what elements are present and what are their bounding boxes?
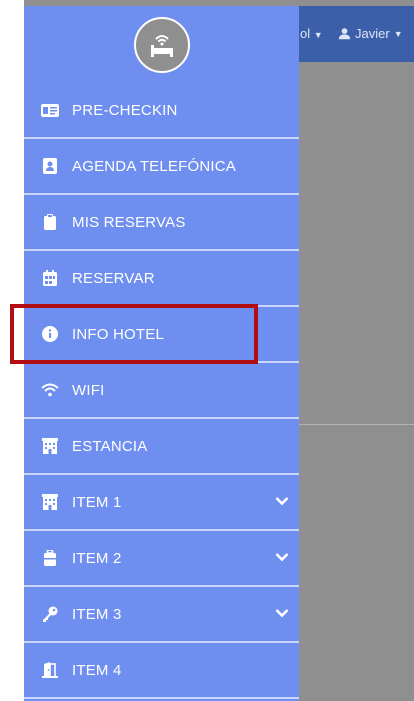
menu-item-item-4[interactable]: ITEM 4 — [24, 643, 299, 699]
top-navbar: ol ▼ Javier ▼ — [298, 6, 414, 62]
menu-item-estancia[interactable]: ESTANCIA — [24, 419, 299, 475]
menu-label: ESTANCIA — [72, 437, 148, 455]
divider — [298, 424, 414, 425]
wifi-icon — [40, 383, 60, 397]
chevron-down-icon[interactable] — [275, 493, 289, 510]
menu-label: ITEM 1 — [72, 493, 122, 511]
logo-area — [24, 6, 299, 83]
id-card-icon — [40, 103, 60, 117]
menu-item-item-1[interactable]: ITEM 1 — [24, 475, 299, 531]
caret-down-icon: ▼ — [313, 30, 323, 40]
menu-label: PRE-CHECKIN — [72, 101, 178, 119]
hotel-building-icon — [40, 494, 60, 510]
clipboard-icon — [40, 214, 60, 230]
language-label: ol — [300, 26, 311, 41]
highlight-box — [10, 304, 258, 364]
bed-wifi-icon — [150, 34, 173, 57]
language-dropdown[interactable]: ol ▼ — [300, 26, 323, 41]
menu-item-pre-checkin[interactable]: PRE-CHECKIN — [24, 83, 299, 139]
menu-item-agenda-telefonica[interactable]: AGENDA TELEFÓNICA — [24, 139, 299, 195]
menu-label: WIFI — [72, 381, 105, 399]
user-name: Javier — [355, 26, 390, 41]
user-icon — [338, 28, 351, 40]
menu-item-item-2[interactable]: ITEM 2 — [24, 531, 299, 587]
suitcase-icon — [40, 550, 60, 566]
door-icon — [40, 662, 60, 678]
hotel-logo[interactable] — [133, 16, 190, 73]
address-book-icon — [40, 158, 60, 174]
menu-label: ITEM 4 — [72, 661, 122, 679]
user-menu[interactable]: Javier ▼ — [338, 26, 403, 41]
chevron-down-icon[interactable] — [275, 605, 289, 622]
menu-label: MIS RESERVAS — [72, 213, 186, 231]
calendar-icon — [40, 270, 60, 286]
menu-label: ITEM 2 — [72, 549, 122, 567]
chevron-down-icon[interactable] — [275, 549, 289, 566]
menu-item-wifi[interactable]: WIFI — [24, 363, 299, 419]
caret-down-icon: ▼ — [393, 28, 403, 39]
hotel-building-icon — [40, 438, 60, 454]
menu-item-reservar[interactable]: RESERVAR — [24, 251, 299, 307]
key-icon — [40, 606, 60, 622]
menu-item-item-3[interactable]: ITEM 3 — [24, 587, 299, 643]
menu-item-mis-reservas[interactable]: MIS RESERVAS — [24, 195, 299, 251]
menu-label: ITEM 3 — [72, 605, 122, 623]
menu-label: AGENDA TELEFÓNICA — [72, 157, 236, 175]
menu-label: RESERVAR — [72, 269, 155, 287]
